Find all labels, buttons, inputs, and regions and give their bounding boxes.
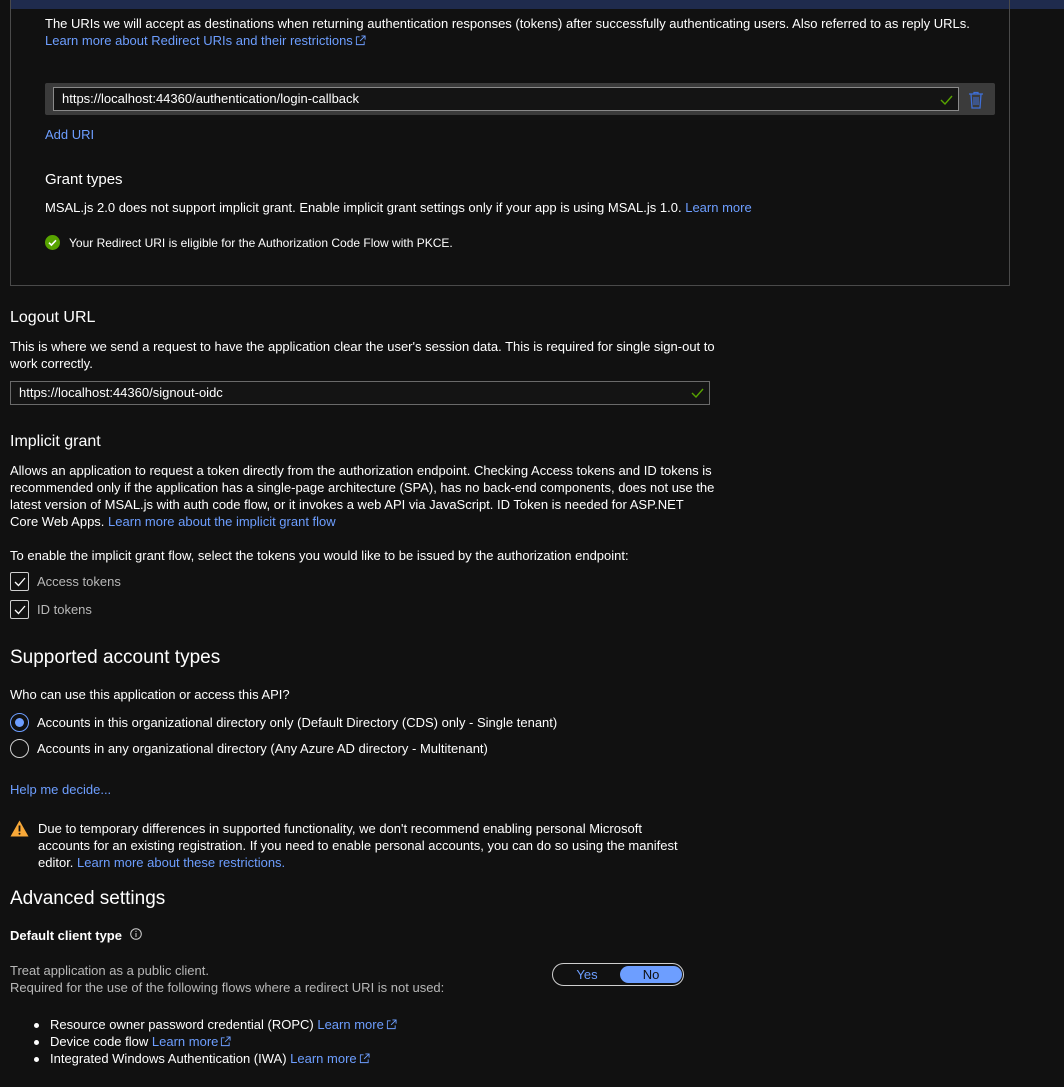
checkmark-icon	[14, 605, 26, 615]
id-tokens-checkbox-row[interactable]: ID tokens	[10, 600, 92, 619]
public-client-text: Treat application as a public client.	[10, 963, 209, 978]
list-item: Device code flow Learn more	[34, 1033, 397, 1050]
logout-description: This is where we send a request to have …	[10, 339, 715, 371]
restrictions-learn-link[interactable]: Learn more about these restrictions.	[77, 855, 285, 870]
logout-url-input[interactable]: https://localhost:44360/signout-oidc	[10, 381, 710, 405]
redirect-uri-card: The URIs we will accept as destinations …	[10, 0, 1010, 286]
implicit-prompt: To enable the implicit grant flow, selec…	[10, 548, 629, 563]
toggle-no-option[interactable]: No	[620, 966, 682, 983]
public-client-toggle[interactable]: Yes No	[552, 963, 684, 986]
multi-tenant-option[interactable]: Accounts in any organizational directory…	[10, 739, 488, 758]
account-types-heading: Supported account types	[10, 647, 221, 668]
grant-learn-more-link[interactable]: Learn more	[685, 200, 751, 215]
toggle-yes-option[interactable]: Yes	[556, 966, 618, 983]
pkce-eligible-status: Your Redirect URI is eligible for the Au…	[45, 235, 453, 250]
redirect-uri-input[interactable]: https://localhost:44360/authentication/l…	[53, 87, 959, 111]
valid-check-icon	[691, 388, 704, 398]
valid-check-icon	[940, 95, 953, 105]
grant-types-heading: Grant types	[45, 171, 123, 188]
implicit-description: Allows an application to request a token…	[10, 463, 715, 529]
id-tokens-checkbox[interactable]	[10, 600, 29, 619]
public-client-required-text: Required for the use of the following fl…	[10, 980, 445, 995]
access-tokens-checkbox[interactable]	[10, 572, 29, 591]
external-link-icon	[221, 1036, 231, 1047]
external-link-icon	[359, 1053, 370, 1064]
account-types-question: Who can use this application or access t…	[10, 687, 290, 702]
info-icon[interactable]	[129, 928, 142, 940]
redirect-uri-row: https://localhost:44360/authentication/l…	[45, 83, 995, 115]
external-link-icon	[386, 1019, 397, 1030]
help-me-decide-link[interactable]: Help me decide...	[10, 782, 111, 797]
iwa-learn-link[interactable]: Learn more	[290, 1051, 370, 1066]
advanced-settings-heading: Advanced settings	[10, 888, 166, 909]
implicit-learn-link[interactable]: Learn more about the implicit grant flow	[108, 514, 336, 529]
list-item: Integrated Windows Authentication (IWA) …	[34, 1050, 397, 1067]
success-check-icon	[45, 235, 60, 250]
single-tenant-radio[interactable]	[10, 713, 29, 732]
checkmark-icon	[14, 577, 26, 587]
redirect-description: The URIs we will accept as destinations …	[45, 16, 970, 48]
single-tenant-option[interactable]: Accounts in this organizational director…	[10, 713, 557, 732]
implicit-grant-heading: Implicit grant	[10, 433, 101, 450]
access-tokens-checkbox-row[interactable]: Access tokens	[10, 572, 121, 591]
ropc-learn-link[interactable]: Learn more	[317, 1017, 397, 1032]
device-code-learn-link[interactable]: Learn more	[152, 1034, 231, 1049]
grant-types-description: MSAL.js 2.0 does not support implicit gr…	[45, 200, 752, 215]
multi-tenant-radio[interactable]	[10, 739, 29, 758]
delete-uri-icon[interactable]	[968, 91, 984, 109]
flow-list: Resource owner password credential (ROPC…	[34, 1016, 397, 1067]
logout-url-heading: Logout URL	[10, 309, 96, 326]
external-link-icon	[355, 35, 366, 46]
warning-icon	[10, 820, 29, 837]
client-type-label: Default client type	[10, 928, 142, 943]
redirect-learn-link[interactable]: Learn more about Redirect URIs and their…	[45, 33, 366, 48]
personal-accounts-warning: Due to temporary differences in supporte…	[38, 821, 678, 870]
list-item: Resource owner password credential (ROPC…	[34, 1016, 397, 1033]
add-uri-link[interactable]: Add URI	[45, 127, 94, 142]
